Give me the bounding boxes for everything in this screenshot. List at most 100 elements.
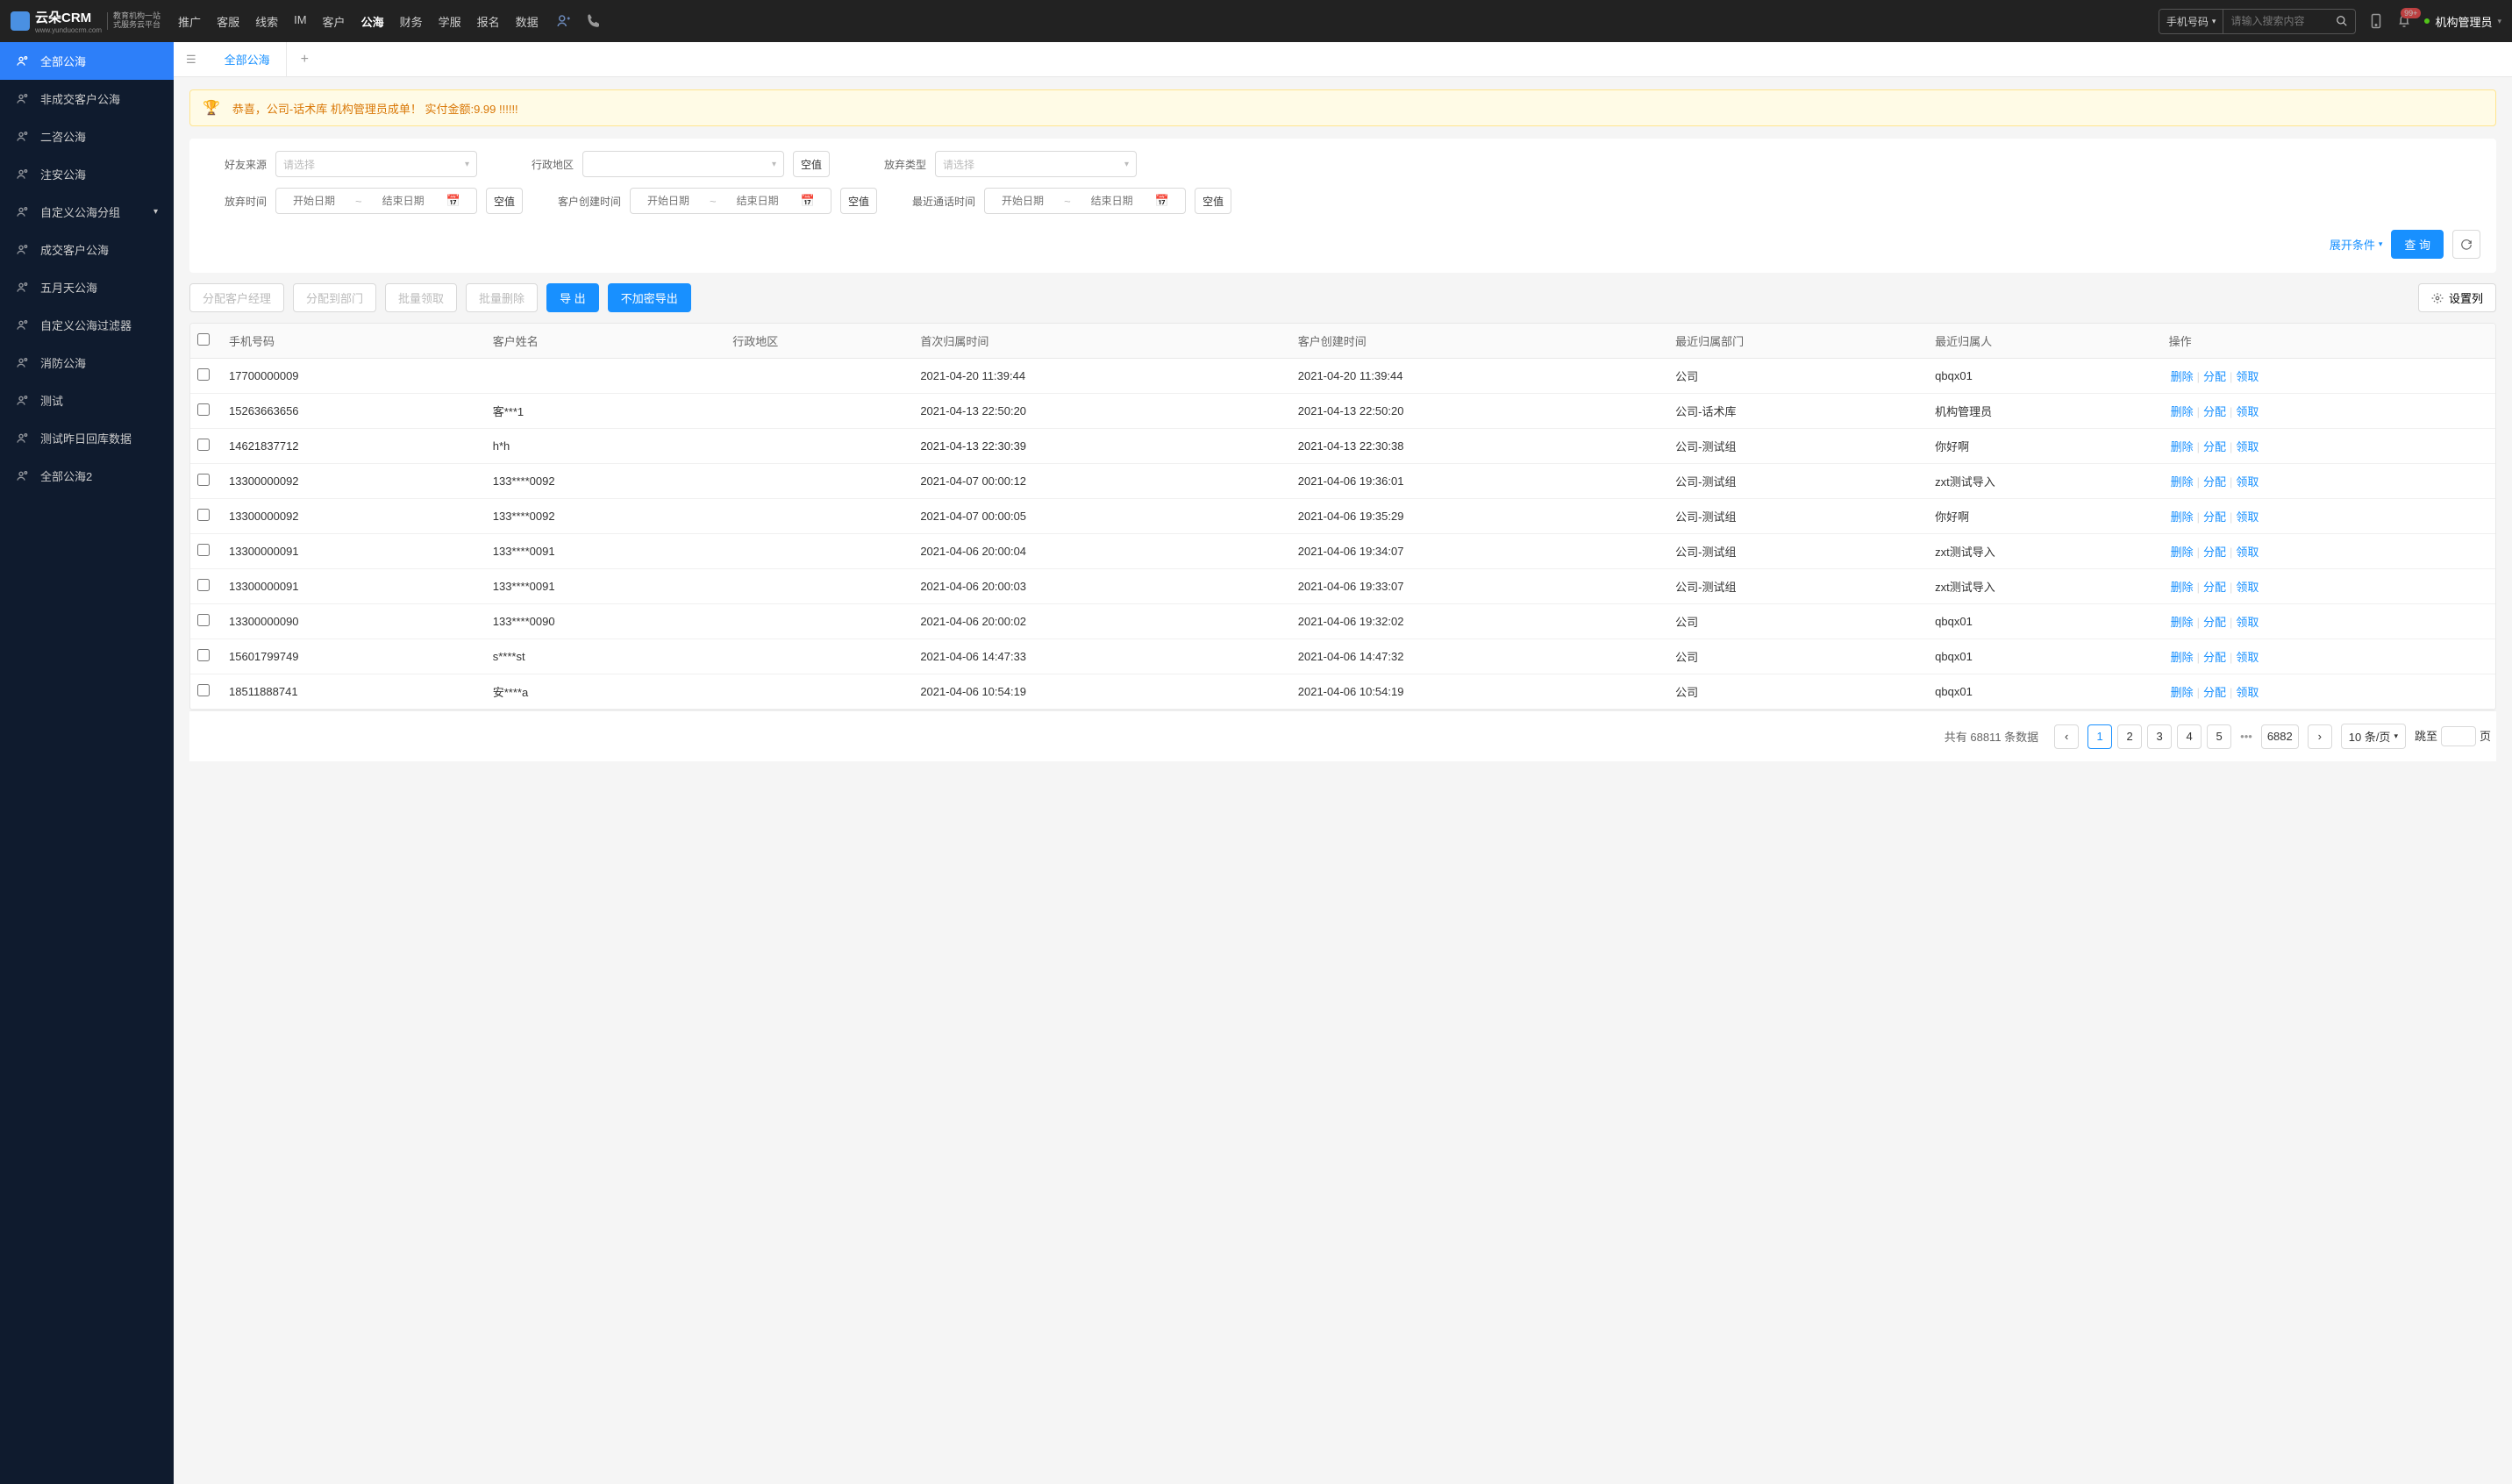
select-all-checkbox[interactable] — [197, 333, 210, 346]
nav-公海[interactable]: 公海 — [361, 1, 384, 42]
sidebar-item-五月天公海[interactable]: 五月天公海 — [0, 268, 174, 306]
row-checkbox[interactable] — [197, 579, 210, 591]
claim-link[interactable]: 领取 — [2236, 686, 2259, 699]
row-checkbox[interactable] — [197, 439, 210, 451]
sidebar-item-全部公海[interactable]: 全部公海 — [0, 42, 174, 80]
prev-page-button[interactable]: ‹ — [2054, 724, 2079, 749]
page-5[interactable]: 5 — [2207, 724, 2231, 749]
nav-财务[interactable]: 财务 — [400, 1, 423, 42]
sidebar-item-全部公海2[interactable]: 全部公海2 — [0, 457, 174, 495]
expand-filters-link[interactable]: 展开条件▾ — [2330, 230, 2383, 259]
abandon-time-range[interactable]: ~📅 — [275, 188, 477, 214]
page-1[interactable]: 1 — [2087, 724, 2112, 749]
claim-link[interactable]: 领取 — [2236, 616, 2259, 629]
claim-link[interactable]: 领取 — [2236, 546, 2259, 559]
admin-area-select[interactable]: ▾ — [582, 151, 784, 177]
delete-link[interactable]: 删除 — [2171, 581, 2194, 594]
nav-线索[interactable]: 线索 — [255, 1, 278, 42]
sidebar-item-非成交客户公海[interactable]: 非成交客户公海 — [0, 80, 174, 118]
assign-link[interactable]: 分配 — [2203, 370, 2226, 383]
set-columns-button[interactable]: 设置列 — [2418, 283, 2496, 312]
query-button[interactable]: 查 询 — [2391, 230, 2444, 259]
row-checkbox[interactable] — [197, 509, 210, 521]
row-checkbox[interactable] — [197, 544, 210, 556]
assign-link[interactable]: 分配 — [2203, 510, 2226, 524]
nav-推广[interactable]: 推广 — [178, 1, 201, 42]
export-button[interactable]: 导 出 — [546, 283, 599, 312]
nav-客服[interactable]: 客服 — [217, 1, 239, 42]
abandon-type-select[interactable]: 请选择▾ — [935, 151, 1137, 177]
delete-link[interactable]: 删除 — [2171, 686, 2194, 699]
claim-link[interactable]: 领取 — [2236, 581, 2259, 594]
delete-link[interactable]: 删除 — [2171, 440, 2194, 453]
batch-claim-button[interactable]: 批量领取 — [385, 283, 457, 312]
page-3[interactable]: 3 — [2147, 724, 2172, 749]
delete-link[interactable]: 删除 — [2171, 510, 2194, 524]
create-time-range[interactable]: ~📅 — [630, 188, 831, 214]
delete-link[interactable]: 删除 — [2171, 370, 2194, 383]
assign-link[interactable]: 分配 — [2203, 405, 2226, 418]
sidebar-item-测试昨日回库数据[interactable]: 测试昨日回库数据 — [0, 419, 174, 457]
nav-数据[interactable]: 数据 — [516, 1, 539, 42]
friend-source-select[interactable]: 请选择▾ — [275, 151, 477, 177]
row-checkbox[interactable] — [197, 649, 210, 661]
search-type-select[interactable]: 手机号码▾ — [2159, 10, 2224, 33]
sidebar-item-二咨公海[interactable]: 二咨公海 — [0, 118, 174, 155]
create-time-null-button[interactable]: 空值 — [840, 188, 877, 214]
nav-IM[interactable]: IM — [294, 1, 306, 42]
sidebar-item-消防公海[interactable]: 消防公海 — [0, 344, 174, 382]
admin-area-null-button[interactable]: 空值 — [793, 151, 830, 177]
abandon-time-null-button[interactable]: 空值 — [486, 188, 523, 214]
add-tab-button[interactable]: + — [287, 52, 323, 68]
row-checkbox[interactable] — [197, 614, 210, 626]
assign-dept-button[interactable]: 分配到部门 — [293, 283, 376, 312]
delete-link[interactable]: 删除 — [2171, 616, 2194, 629]
row-checkbox[interactable] — [197, 403, 210, 416]
delete-link[interactable]: 删除 — [2171, 475, 2194, 489]
assign-link[interactable]: 分配 — [2203, 686, 2226, 699]
nav-客户[interactable]: 客户 — [323, 1, 346, 42]
mobile-icon[interactable] — [2368, 13, 2384, 29]
sidebar-item-自定义公海过滤器[interactable]: 自定义公海过滤器 — [0, 306, 174, 344]
phone-icon[interactable] — [586, 13, 602, 29]
search-button[interactable] — [2329, 11, 2355, 32]
page-size-select[interactable]: 10 条/页▾ — [2341, 724, 2406, 749]
user-menu[interactable]: 机构管理员 ▾ — [2424, 13, 2501, 30]
page-jump-input[interactable] — [2441, 726, 2476, 746]
user-add-icon[interactable] — [556, 13, 572, 29]
next-page-button[interactable]: › — [2308, 724, 2332, 749]
claim-link[interactable]: 领取 — [2236, 440, 2259, 453]
batch-delete-button[interactable]: 批量删除 — [466, 283, 538, 312]
bell-icon[interactable]: 99+ — [2396, 13, 2412, 29]
delete-link[interactable]: 删除 — [2171, 405, 2194, 418]
nav-学服[interactable]: 学服 — [439, 1, 461, 42]
sidebar-item-自定义公海分组[interactable]: 自定义公海分组▾ — [0, 193, 174, 231]
assign-manager-button[interactable]: 分配客户经理 — [189, 283, 284, 312]
delete-link[interactable]: 删除 — [2171, 651, 2194, 664]
assign-link[interactable]: 分配 — [2203, 546, 2226, 559]
nav-报名[interactable]: 报名 — [477, 1, 500, 42]
page-2[interactable]: 2 — [2117, 724, 2142, 749]
last-call-null-button[interactable]: 空值 — [1195, 188, 1231, 214]
last-page-button[interactable]: 6882 — [2261, 724, 2299, 749]
assign-link[interactable]: 分配 — [2203, 651, 2226, 664]
search-input[interactable] — [2223, 11, 2329, 32]
sidebar-item-注安公海[interactable]: 注安公海 — [0, 155, 174, 193]
export-plain-button[interactable]: 不加密导出 — [608, 283, 691, 312]
tabs-toggle-icon[interactable]: ☰ — [174, 53, 209, 67]
tab-active[interactable]: 全部公海 — [209, 42, 287, 76]
assign-link[interactable]: 分配 — [2203, 616, 2226, 629]
page-4[interactable]: 4 — [2177, 724, 2202, 749]
claim-link[interactable]: 领取 — [2236, 370, 2259, 383]
claim-link[interactable]: 领取 — [2236, 405, 2259, 418]
sidebar-item-测试[interactable]: 测试 — [0, 382, 174, 419]
claim-link[interactable]: 领取 — [2236, 651, 2259, 664]
assign-link[interactable]: 分配 — [2203, 440, 2226, 453]
delete-link[interactable]: 删除 — [2171, 546, 2194, 559]
claim-link[interactable]: 领取 — [2236, 475, 2259, 489]
assign-link[interactable]: 分配 — [2203, 475, 2226, 489]
row-checkbox[interactable] — [197, 684, 210, 696]
row-checkbox[interactable] — [197, 368, 210, 381]
claim-link[interactable]: 领取 — [2236, 510, 2259, 524]
sidebar-item-成交客户公海[interactable]: 成交客户公海 — [0, 231, 174, 268]
